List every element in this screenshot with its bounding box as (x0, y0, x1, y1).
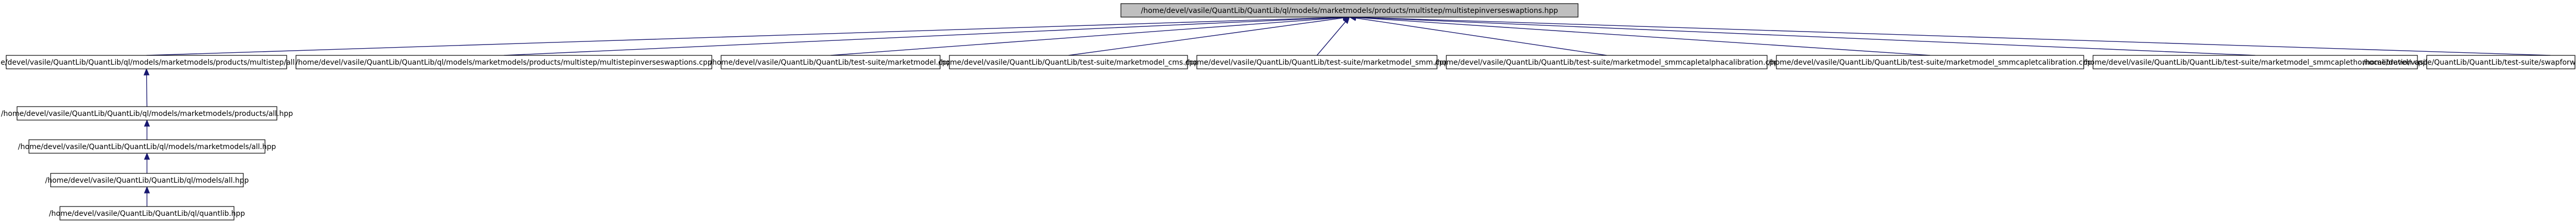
includer-node[interactable]: /home/devel/vasile/QuantLib/QuantLib/ql/… (18, 139, 276, 154)
dependency-edge (1355, 18, 1607, 56)
includer-node[interactable]: /home/devel/vasile/QuantLib/QuantLib/tes… (710, 55, 951, 69)
node-label: /home/devel/vasile/QuantLib/QuantLib/ql/… (49, 210, 245, 218)
includer-node[interactable]: /home/devel/vasile/QuantLib/QuantLib/ql/… (45, 173, 249, 187)
node-label: /home/devel/vasile/QuantLib/QuantLib/tes… (1185, 58, 1448, 67)
includer-node[interactable]: /home/devel/vasile/QuantLib/QuantLib/ql/… (295, 55, 712, 69)
node-label: /home/devel/vasile/QuantLib/QuantLib/ql/… (45, 176, 248, 185)
node-label: /home/devel/vasile/QuantLib/QuantLib/ql/… (0, 58, 311, 67)
node-label: /home/devel/vasile/QuantLib/QuantLib/tes… (1768, 58, 2092, 67)
includer-node[interactable]: /home/devel/vasile/QuantLib/QuantLib/tes… (939, 55, 1198, 69)
node-label: /home/devel/vasile/QuantLib/QuantLib/ql/… (1141, 7, 1558, 15)
dependency-edge (1316, 21, 1346, 56)
includer-node[interactable]: /home/devel/vasile/QuantLib/QuantLib/ql/… (0, 55, 311, 69)
includer-node[interactable]: /home/devel/vasile/QuantLib/QuantLib/tes… (1435, 55, 1778, 69)
edges-layer (143, 14, 2551, 207)
dependency-edge (1355, 17, 2551, 56)
dependency-edge (830, 17, 1344, 56)
dependency-edge (1355, 17, 2256, 56)
includer-node[interactable]: /home/devel/vasile/QuantLib/QuantLib/ql/… (1, 106, 293, 121)
includer-node[interactable]: /home/devel/vasile/QuantLib/QuantLib/tes… (1768, 55, 2092, 69)
arrowhead-icon (144, 119, 150, 127)
node-label: /home/devel/vasile/QuantLib/QuantLib/ql/… (18, 143, 276, 151)
arrowhead-icon (143, 68, 150, 76)
dependency-edge (504, 17, 1344, 56)
node-label: /home/devel/vasile/QuantLib/QuantLib/tes… (2363, 58, 2576, 67)
node-label: /home/devel/vasile/QuantLib/QuantLib/ql/… (295, 58, 712, 67)
node-label: /home/devel/vasile/QuantLib/QuantLib/ql/… (1, 110, 293, 118)
nodes-layer: /home/devel/vasile/QuantLib/QuantLib/ql/… (0, 3, 2576, 220)
root-header-node[interactable]: /home/devel/vasile/QuantLib/QuantLib/ql/… (1120, 3, 1579, 18)
node-label: /home/devel/vasile/QuantLib/QuantLib/tes… (939, 58, 1198, 67)
node-label: /home/devel/vasile/QuantLib/QuantLib/tes… (1435, 58, 1778, 67)
includer-node[interactable]: /home/devel/vasile/QuantLib/QuantLib/ql/… (49, 206, 245, 220)
arrowhead-icon (144, 186, 150, 194)
node-label: /home/devel/vasile/QuantLib/QuantLib/tes… (710, 58, 951, 67)
dependency-edge (146, 17, 1344, 56)
include-dependency-graph: /home/devel/vasile/QuantLib/QuantLib/ql/… (0, 3, 2576, 220)
arrowhead-icon (144, 152, 150, 160)
dependency-edge (1355, 17, 1930, 56)
includer-node[interactable]: /home/devel/vasile/QuantLib/QuantLib/tes… (1185, 55, 1448, 69)
